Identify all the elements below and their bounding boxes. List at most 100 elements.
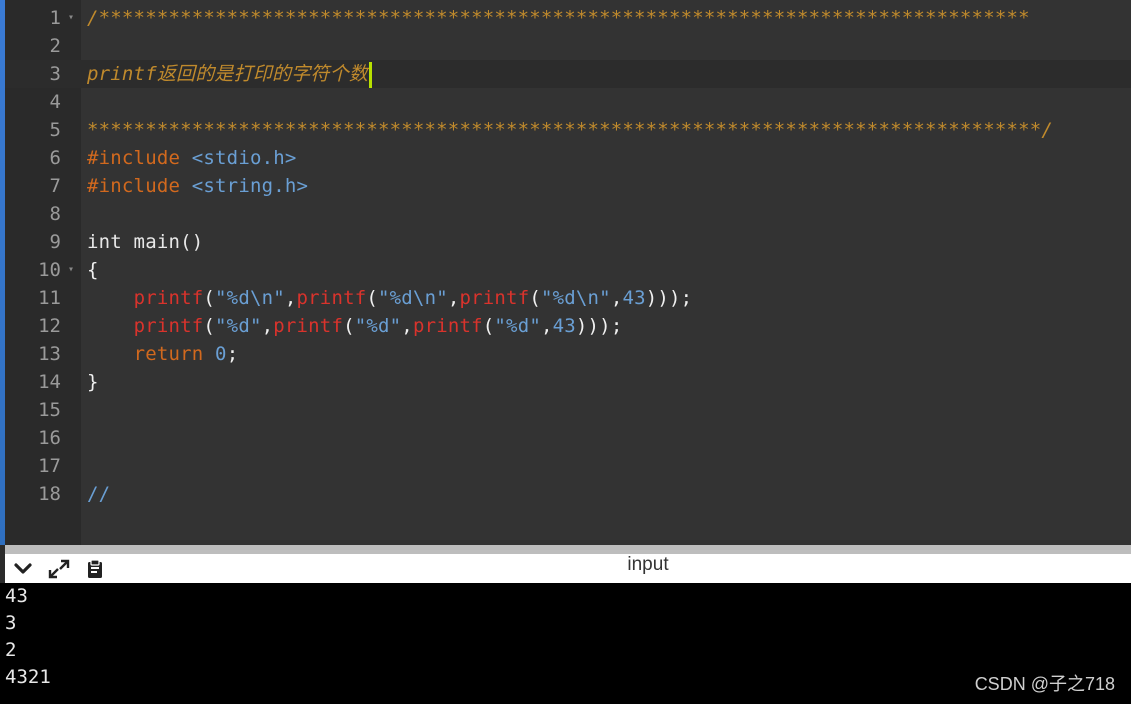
line-number: 3 [49, 63, 61, 85]
code-line[interactable] [81, 32, 1131, 60]
fold-toggle-icon [65, 396, 77, 424]
code-line[interactable] [81, 396, 1131, 424]
code-token: printf返回的是打印的字符个数 [87, 63, 369, 85]
gutter-line: 1 ▾ [5, 4, 81, 32]
code-token: "%d" [494, 315, 541, 337]
fold-toggle-icon[interactable]: ▾ [65, 256, 77, 284]
code-text: { [87, 256, 99, 284]
code-token: ( [343, 315, 355, 337]
gutter-line: 13 [5, 340, 81, 368]
code-token: ; [226, 343, 239, 365]
fold-toggle-icon [65, 144, 77, 172]
code-token: 0 [215, 343, 227, 365]
code-token: // [87, 483, 111, 505]
clipboard-icon[interactable] [77, 554, 113, 583]
fold-toggle-icon [65, 284, 77, 312]
code-editor[interactable]: 1 ▾ 2 3 4 5 6 7 8 9 10 ▾ 11 12 13 14 15 16 17 18 /*********… [5, 0, 1131, 545]
gutter-line: 17 [5, 452, 81, 480]
code-line[interactable]: /***************************************… [81, 4, 1131, 32]
line-number: 8 [49, 203, 61, 225]
gutter-line: 4 [5, 88, 81, 116]
code-token: ))); [645, 287, 693, 309]
panel-resize-handle[interactable] [5, 545, 1131, 554]
code-line[interactable] [81, 88, 1131, 116]
output-console: 43 3 2 4321 CSDN @子之718 [0, 583, 1131, 704]
code-token: , [261, 315, 274, 337]
code-line[interactable]: ****************************************… [81, 116, 1131, 144]
code-text: #include <string.h> [87, 172, 308, 200]
line-number: 17 [38, 455, 61, 477]
gutter-line: 15 [5, 396, 81, 424]
code-token: printf [133, 287, 204, 309]
code-line[interactable] [81, 452, 1131, 480]
code-line[interactable]: printf返回的是打印的字符个数 [81, 60, 1131, 88]
code-token: , [401, 315, 413, 337]
code-area[interactable]: /***************************************… [81, 0, 1131, 545]
code-token: ( [203, 315, 216, 337]
code-line[interactable] [81, 200, 1131, 228]
gutter-line: 16 [5, 424, 81, 452]
code-token: printf [273, 315, 344, 337]
code-token: printf [459, 287, 530, 309]
code-line[interactable]: // [81, 480, 1131, 508]
output-panel-toolbar: input [5, 554, 1131, 583]
gutter-line: 12 [5, 312, 81, 340]
code-line[interactable]: } [81, 368, 1131, 396]
line-number: 11 [38, 287, 61, 309]
output-line: 43 [5, 585, 28, 607]
fold-toggle-icon[interactable]: ▾ [65, 4, 77, 32]
code-token: printf [412, 315, 483, 337]
code-line[interactable]: int main() [81, 228, 1131, 256]
chevron-down-icon[interactable] [5, 554, 41, 583]
code-line[interactable]: { [81, 256, 1131, 284]
code-token: int main() [87, 231, 204, 253]
code-token: /***************************************… [87, 7, 1030, 29]
line-number: 9 [49, 231, 61, 253]
code-text: return 0; [87, 340, 239, 368]
code-text: // [87, 480, 110, 508]
expand-icon[interactable] [41, 554, 77, 583]
code-line[interactable]: printf("%d\n",printf("%d\n",printf("%d\n… [81, 284, 1131, 312]
code-token: <stdio.h> [191, 147, 297, 169]
line-number: 18 [38, 483, 61, 505]
gutter-line: 10 ▾ [5, 256, 81, 284]
gutter-line: 2 [5, 32, 81, 60]
code-token: ( [482, 315, 495, 337]
fold-toggle-icon [65, 116, 77, 144]
line-number: 6 [49, 147, 61, 169]
code-token: printf [296, 287, 367, 309]
code-text: } [87, 368, 99, 396]
code-token: ( [203, 287, 216, 309]
code-line[interactable] [81, 424, 1131, 452]
code-line[interactable]: #include <string.h> [81, 172, 1131, 200]
line-number: 5 [49, 119, 61, 141]
code-token: "%d" [215, 315, 262, 337]
code-token: , [284, 287, 297, 309]
code-token: "%d" [354, 315, 402, 337]
fold-toggle-icon [65, 200, 77, 228]
code-token: , [447, 287, 460, 309]
gutter-line: 3 [5, 60, 81, 88]
code-line[interactable]: #include <stdio.h> [81, 144, 1131, 172]
code-token: } [87, 371, 99, 393]
line-number: 14 [38, 371, 61, 393]
code-token: 43 [552, 315, 576, 337]
code-text: int main() [87, 228, 203, 256]
fold-toggle-icon [65, 340, 77, 368]
gutter-line: 18 [5, 480, 81, 508]
line-number: 12 [38, 315, 61, 337]
code-token: , [540, 315, 553, 337]
code-token: ( [529, 287, 541, 309]
code-line[interactable]: return 0; [81, 340, 1131, 368]
output-line: 4321 [5, 666, 51, 688]
line-number: 7 [49, 175, 61, 197]
output-lines: 43 3 2 4321 [0, 583, 1131, 691]
gutter-line: 6 [5, 144, 81, 172]
code-line[interactable]: printf("%d",printf("%d",printf("%d",43))… [81, 312, 1131, 340]
gutter-line: 7 [5, 172, 81, 200]
line-number: 1 [49, 7, 61, 29]
fold-toggle-icon [65, 228, 77, 256]
code-token: <string.h> [191, 175, 309, 197]
